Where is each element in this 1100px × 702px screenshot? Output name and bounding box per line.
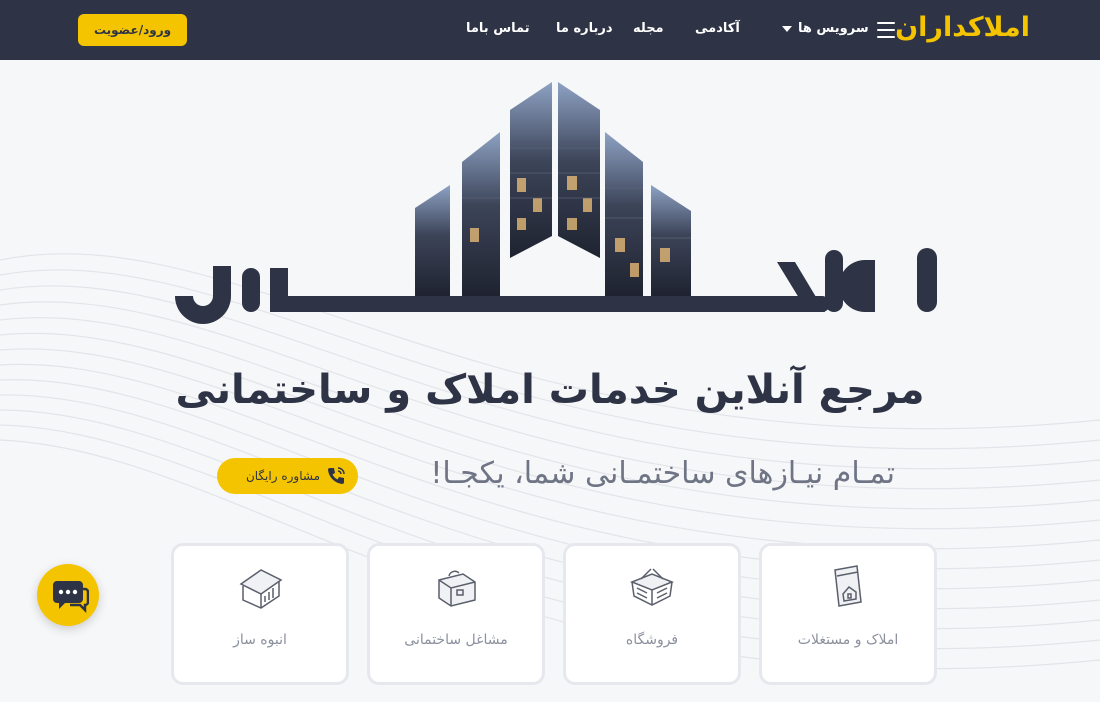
card-real-estate[interactable]: املاک و مستغلات	[759, 543, 937, 685]
toolbox-icon	[438, 570, 476, 607]
top-navbar: املاکداران سرویس ها آکادمی مجله درباره م…	[0, 0, 1100, 60]
chat-support-button[interactable]	[37, 564, 99, 626]
nav-magazine[interactable]: مجله	[633, 19, 664, 39]
card-label: فروشگاه	[625, 632, 679, 648]
real-estate-icon	[834, 565, 862, 607]
hero-headline: مرجع آنلاین خدمات املاک و ساختمانی	[175, 367, 925, 413]
chevron-down-icon	[782, 25, 792, 32]
card-label: مشاغل ساختمانی	[404, 632, 508, 648]
nav-services-dropdown[interactable]: سرویس ها	[782, 19, 869, 39]
card-label: انبوه ساز	[233, 632, 287, 648]
building-photo-strips	[415, 82, 691, 296]
free-consultation-label: مشاوره رایگان	[245, 469, 320, 483]
shop-basket-icon	[629, 568, 675, 606]
free-consultation-button[interactable]: مشاوره رایگان	[217, 458, 358, 494]
nav-about[interactable]: درباره ما	[556, 19, 613, 39]
login-signup-button[interactable]: ورود/عضویت	[78, 14, 187, 46]
hero-logo-graphic	[175, 82, 937, 324]
site-logo[interactable]: املاکداران	[895, 10, 1030, 46]
hero-subline: تمـام نیـازهای ساختمـانی شما، یکجـا!	[430, 456, 895, 491]
card-shop[interactable]: فروشگاه	[563, 543, 741, 685]
building-chart-icon	[239, 569, 283, 609]
chat-bubble-icon	[53, 581, 89, 613]
phone-icon	[328, 467, 345, 484]
nav-academy[interactable]: آکادمی	[695, 19, 740, 39]
hamburger-menu-icon[interactable]	[877, 22, 895, 38]
nav-contact[interactable]: تماس باما	[466, 19, 530, 39]
card-mass-builder[interactable]: انبوه ساز	[171, 543, 349, 685]
card-label: املاک و مستغلات	[797, 632, 899, 648]
nav-services-label: سرویس ها	[798, 21, 869, 36]
card-construction-jobs[interactable]: مشاغل ساختمانی	[367, 543, 545, 685]
